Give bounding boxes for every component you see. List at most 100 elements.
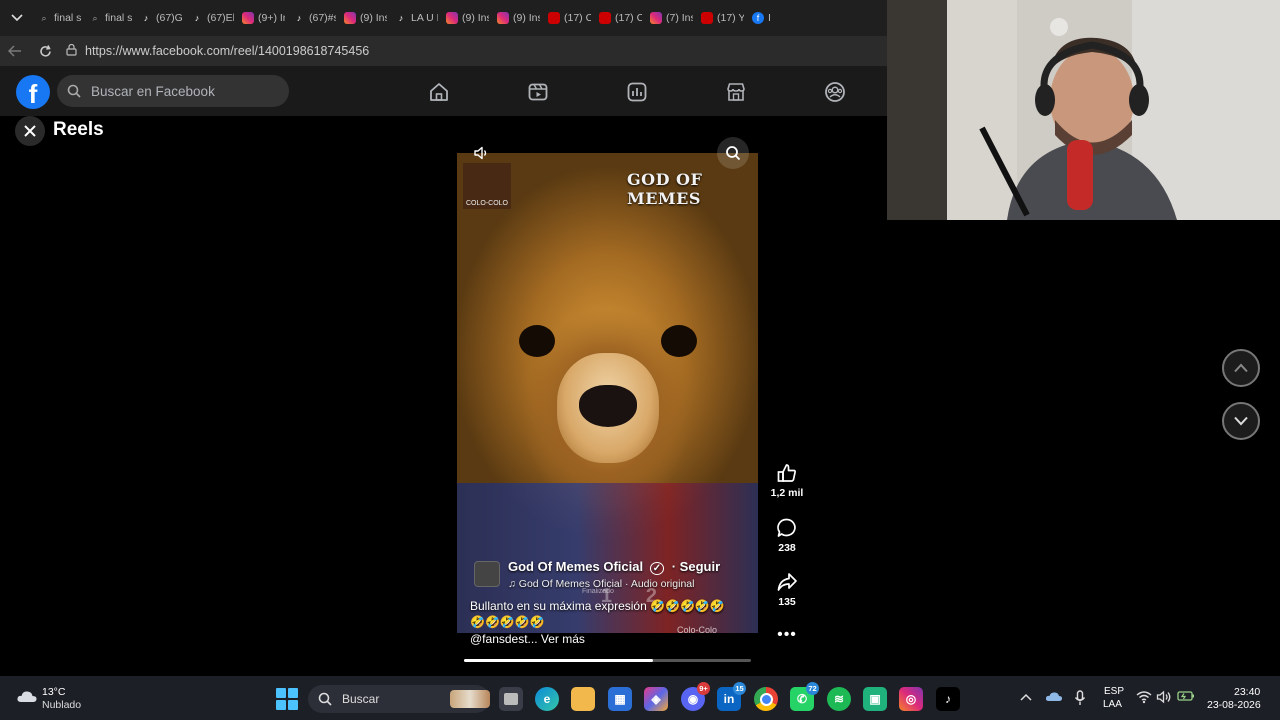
author-line: God Of Memes Oficial ✓ · Seguir (508, 559, 720, 575)
nav-feeds[interactable] (623, 78, 651, 106)
browser-tab[interactable]: ♪ (67)Ga (136, 4, 187, 32)
url-field[interactable]: https://www.facebook.com/reel/1400198618… (66, 43, 369, 59)
caption-see-more[interactable]: @fansdest... Ver más (470, 632, 585, 646)
browser-tab[interactable]: ⌕ final sc (34, 4, 85, 32)
webcam-overlay (887, 0, 1280, 220)
browser-tab[interactable]: ♪ LA U F (391, 4, 442, 32)
nav-home[interactable] (425, 78, 453, 106)
file-explorer-icon[interactable] (571, 687, 595, 711)
copilot-icon[interactable]: ◈ (644, 687, 668, 711)
language-indicator-line2[interactable]: LAA (1103, 699, 1122, 710)
spotify-icon[interactable]: ≋ (827, 687, 851, 711)
edge-browser-icon[interactable]: e (535, 687, 559, 711)
microphone-icon[interactable] (1074, 690, 1086, 709)
search-icon: ⌕ (92, 12, 98, 23)
tab-list-dropdown-icon[interactable] (0, 0, 34, 36)
browser-tab[interactable]: ♪ (67)#s (289, 4, 340, 32)
tray-chevron-up-icon[interactable] (1020, 690, 1032, 704)
search-highlight-icon (450, 690, 490, 708)
previous-reel-button[interactable] (1222, 349, 1260, 387)
browser-tab-label: LA U F (411, 12, 438, 24)
instagram-icon[interactable]: ◎ (899, 687, 923, 711)
chrome-icon[interactable] (754, 687, 778, 711)
taskbar-search-input[interactable] (340, 691, 434, 707)
reload-button[interactable] (30, 36, 60, 66)
tiktok-icon[interactable]: ♪ (936, 687, 960, 711)
wifi-icon[interactable] (1136, 690, 1152, 707)
cloud-icon[interactable] (16, 689, 38, 703)
next-reel-button[interactable] (1222, 402, 1260, 440)
audio-label: God Of Memes Oficial · Audio original (518, 578, 695, 590)
windows-logo-tile (288, 700, 298, 710)
audio-info[interactable]: ♫ God Of Memes Oficial · Audio original (508, 578, 694, 590)
dog-eye-left (519, 325, 555, 357)
battery-icon[interactable] (1177, 690, 1195, 705)
yt-icon (548, 12, 560, 24)
browser-tab-label: (7) Inst (666, 12, 693, 24)
tiktok-icon: ♪ (296, 13, 302, 23)
share-count: 135 (778, 596, 796, 608)
search-icon (67, 84, 81, 98)
more-options-icon[interactable]: ••• (777, 626, 797, 644)
weather-description[interactable]: Nublado (42, 699, 81, 711)
nav-groups[interactable] (821, 78, 849, 106)
language-indicator-line1[interactable]: ESP (1104, 686, 1124, 697)
onedrive-icon[interactable] (1045, 690, 1063, 705)
like-button[interactable]: 1,2 mil (769, 462, 805, 499)
browser-tab[interactable]: ⌕ final sc (85, 4, 136, 32)
nav-video[interactable] (524, 78, 552, 106)
team-label: Colo-Colo (677, 625, 718, 633)
browser-tab[interactable]: (17) Cc (595, 4, 646, 32)
thumbs-up-icon (777, 464, 796, 482)
whatsapp-icon[interactable]: ✆ 72 (790, 682, 819, 711)
browser-tab[interactable]: (7) Inst (646, 4, 697, 32)
nav-marketplace[interactable] (722, 78, 750, 106)
author-avatar[interactable] (474, 561, 500, 587)
chat-app-icon[interactable]: ▣ (863, 687, 887, 711)
taskbar-search[interactable] (308, 685, 490, 713)
url-text[interactable]: https://www.facebook.com/reel/1400198618… (85, 44, 369, 58)
clock-date[interactable]: 23-08-2026 (1207, 699, 1261, 711)
share-button[interactable]: 135 (769, 571, 805, 608)
facebook-logo[interactable]: f (16, 75, 50, 109)
browser-tab[interactable]: (9) Inst (493, 4, 544, 32)
caption-line-1: Bullanto en su máxima expresión 🤣🤣🤣🤣🤣 (470, 599, 725, 613)
progress-fill (464, 659, 653, 662)
facebook-search-input[interactable] (89, 82, 283, 100)
follow-link[interactable]: · Seguir (672, 559, 720, 574)
browser-tab-label: I (768, 12, 771, 24)
browser-tab[interactable]: (17) Yo (697, 4, 748, 32)
author-name[interactable]: God Of Memes Oficial (508, 559, 643, 574)
insta-icon (242, 12, 254, 24)
linkedin-icon[interactable]: in 15 (717, 682, 746, 711)
tiktok-icon: ♪ (143, 13, 149, 23)
mute-button[interactable] (466, 138, 496, 168)
yt-icon (599, 12, 611, 24)
reel-search-button[interactable] (717, 137, 749, 169)
yt-icon (701, 12, 713, 24)
browser-tab[interactable]: ♪ (67)El e (187, 4, 238, 32)
browser-tab-label: (9) Inst (513, 12, 540, 24)
facebook-logo-letter: f (28, 79, 38, 109)
browser-tab[interactable]: (9+) In (238, 4, 289, 32)
site-info-icon[interactable] (66, 43, 77, 59)
comment-count: 238 (778, 542, 796, 554)
browser-tab[interactable]: fI (748, 4, 799, 32)
task-view-icon[interactable] (499, 687, 523, 711)
browser-tab[interactable]: (17) Cc (544, 4, 595, 32)
facebook-search-box[interactable] (57, 75, 289, 107)
windows-taskbar (0, 676, 1280, 720)
comment-button[interactable]: 238 (769, 517, 805, 554)
start-button[interactable] (276, 688, 298, 710)
volume-icon[interactable] (1156, 690, 1172, 707)
discord-icon[interactable]: ◉ 9+ (681, 682, 710, 711)
browser-tab[interactable]: (9) Inst (442, 4, 493, 32)
speaker-icon (474, 146, 487, 160)
back-button[interactable] (0, 36, 30, 66)
weather-temperature[interactable]: 13°C (42, 686, 65, 698)
store-icon[interactable]: ▦ (608, 687, 632, 711)
browser-tab[interactable]: (9) Inst (340, 4, 391, 32)
close-reels-button[interactable] (15, 116, 45, 146)
clock-time[interactable]: 23:40 (1234, 686, 1260, 698)
verified-badge-icon: ✓ (649, 562, 665, 575)
